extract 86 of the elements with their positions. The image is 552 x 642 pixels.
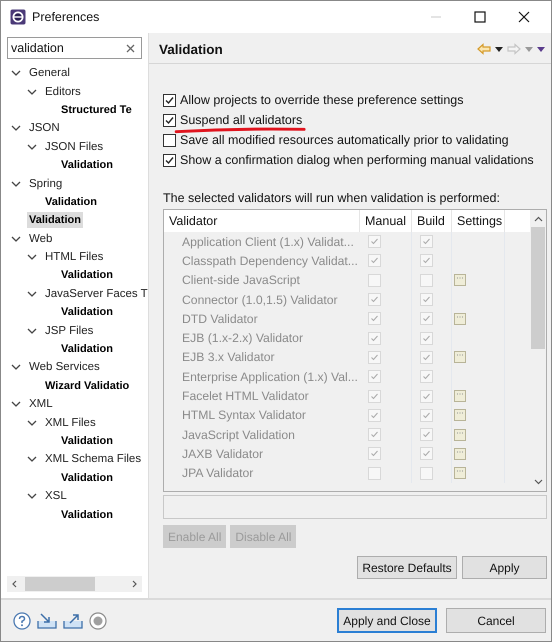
- chevron-icon[interactable]: [11, 363, 21, 372]
- tree-item[interactable]: JavaServer Faces T: [43, 286, 148, 302]
- chevron-icon[interactable]: [27, 455, 37, 464]
- checkmark-icon: [164, 154, 175, 166]
- dialog-button[interactable]: Apply and Close: [337, 608, 437, 633]
- table-cell-text: Connector (1.0,1.5) Validator: [181, 292, 339, 309]
- chevron-icon[interactable]: [11, 400, 21, 408]
- app-icon: [10, 9, 26, 25]
- tree-item[interactable]: Validation: [59, 506, 115, 523]
- checkbox[interactable]: [163, 134, 176, 146]
- tree-item[interactable]: JSON Files: [43, 138, 106, 155]
- filter-field[interactable]: validation: [7, 37, 142, 59]
- table-cell-text: JavaScript Validation: [181, 426, 296, 444]
- tree-item[interactable]: Validation: [27, 212, 83, 228]
- chevron-icon[interactable]: [27, 290, 37, 298]
- tree-item[interactable]: Spring: [27, 176, 64, 192]
- tree-item[interactable]: Structured Te: [59, 102, 134, 118]
- chevron-icon[interactable]: [11, 124, 21, 132]
- tree-item[interactable]: JSP Files: [43, 322, 96, 339]
- tree-item[interactable]: Validation: [59, 433, 115, 449]
- import-icon[interactable]: [37, 612, 57, 630]
- tree-item[interactable]: Validation: [43, 194, 99, 210]
- tree-item[interactable]: Validation: [59, 267, 115, 284]
- table-cell-text: Application Client (1.x) Validat...: [181, 234, 355, 251]
- option-label[interactable]: Allow projects to override these preference settings: [180, 93, 464, 107]
- option-label[interactable]: Save all modified resources automatically prior to validating: [180, 133, 509, 147]
- page-button[interactable]: Restore Defaults: [357, 556, 457, 579]
- window-title: Preferences: [32, 10, 100, 24]
- view-menu-icon[interactable]: [537, 46, 545, 52]
- tree-item[interactable]: Validation: [59, 341, 115, 358]
- tree-item[interactable]: XML: [27, 396, 55, 412]
- page-title: Validation: [159, 42, 223, 56]
- checkmark-icon: [370, 372, 379, 382]
- tree-item[interactable]: XML Schema Files: [43, 451, 144, 468]
- option-label[interactable]: Show a confirmation dialog when performing manual validations: [180, 153, 534, 167]
- horizontal-scrollbar[interactable]: [7, 576, 142, 592]
- tree-item[interactable]: Validation: [59, 470, 115, 486]
- checkmark-icon: [164, 114, 175, 126]
- chevron-icon[interactable]: [27, 492, 37, 500]
- chevron-icon[interactable]: [27, 326, 37, 335]
- close-icon[interactable]: [518, 11, 530, 23]
- table-cell-text: Enterprise Application (1.x) Val...: [181, 368, 359, 386]
- table-cell-text: Client-side JavaScript: [181, 272, 301, 290]
- tree-item[interactable]: Web: [27, 230, 54, 247]
- table-cell-text: JAXB Validator: [181, 446, 264, 463]
- tree-item[interactable]: Web Services: [27, 359, 102, 376]
- dropdown-icon[interactable]: [495, 46, 503, 52]
- scroll-left-icon[interactable]: [11, 580, 19, 588]
- tree-item[interactable]: Wizard Validatio: [43, 378, 132, 394]
- table-caption: The selected validators will run when validation is performed:: [163, 191, 501, 205]
- checkmark-icon: [164, 94, 175, 106]
- chevron-icon[interactable]: [27, 88, 37, 96]
- checkbox[interactable]: [163, 154, 176, 166]
- tree-item[interactable]: Editors: [43, 84, 83, 100]
- chevron-icon[interactable]: [27, 142, 37, 151]
- table-cell-text: EJB 3.x Validator: [181, 349, 276, 366]
- table-cell-text: Facelet HTML Validator: [181, 388, 310, 406]
- tree-item[interactable]: General: [27, 65, 72, 82]
- checkbox[interactable]: [163, 114, 176, 126]
- tree-item[interactable]: XSL: [43, 488, 69, 504]
- table-cell-text: EJB (1.x-2.x) Validator: [181, 330, 304, 348]
- table-cell-text: DTD Validator: [181, 310, 259, 328]
- tree-item[interactable]: Validation: [59, 304, 115, 320]
- maximize-icon[interactable]: [474, 11, 486, 23]
- export-icon[interactable]: [63, 612, 83, 630]
- table-cell-text: HTML Syntax Validator: [181, 407, 307, 424]
- tree-item[interactable]: Validation: [59, 157, 115, 174]
- table-cell-text: Classpath Dependency Validat...: [181, 252, 359, 270]
- checkmark-icon: [422, 372, 431, 382]
- chevron-icon[interactable]: [27, 418, 37, 427]
- chevron-icon[interactable]: [11, 234, 21, 243]
- record-icon[interactable]: [89, 612, 107, 630]
- scroll-right-icon[interactable]: [130, 580, 138, 588]
- tree-item[interactable]: XML Files: [43, 414, 98, 431]
- tree-item[interactable]: JSON: [27, 120, 62, 136]
- tree-item[interactable]: HTML Files: [43, 249, 106, 266]
- chevron-icon[interactable]: [11, 180, 21, 188]
- option-label[interactable]: Suspend all validators: [180, 113, 302, 127]
- help-icon[interactable]: [13, 612, 31, 630]
- page-button[interactable]: Apply: [462, 556, 547, 579]
- chevron-icon[interactable]: [11, 69, 21, 78]
- checkbox[interactable]: [163, 94, 176, 106]
- dialog-button[interactable]: Cancel: [446, 608, 546, 633]
- clear-icon[interactable]: [126, 44, 135, 52]
- table-cell-text: JPA Validator: [181, 465, 254, 482]
- chevron-icon[interactable]: [27, 253, 37, 262]
